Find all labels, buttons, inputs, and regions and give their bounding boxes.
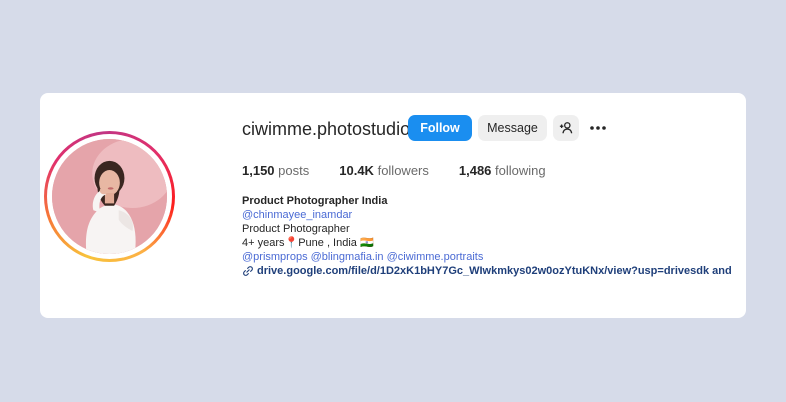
link-icon (243, 266, 253, 276)
followers-count: 10.4K (339, 163, 374, 178)
posts-stat: 1,150 posts (242, 163, 309, 178)
bio-link-text[interactable]: drive.google.com/file/d/1D2xK1bHY7Gc_WIw… (257, 264, 732, 278)
following-count: 1,486 (458, 163, 492, 178)
avatar[interactable] (52, 139, 167, 254)
bio-category: Product Photographer (242, 223, 350, 235)
posts-count: 1,150 (242, 163, 275, 178)
person-add-icon (559, 122, 573, 134)
more-horizontal-icon (590, 126, 606, 130)
profile-username: ciwimme.photostudio (242, 119, 411, 139)
bio-mentions-line[interactable]: @prismprops @blingmafia.in @ciwimme.port… (242, 250, 732, 264)
message-button[interactable]: Message (478, 115, 547, 141)
bio-name: Product Photographer India (242, 195, 388, 207)
profile-card: ciwimme.photostudio Follow Message 1,150… (40, 93, 746, 318)
more-options-button[interactable] (585, 115, 611, 141)
bio-experience: 4+ years📍Pune , India 🇮🇳 (242, 237, 374, 249)
follow-button[interactable]: Follow (408, 115, 472, 141)
bio-external-link[interactable]: drive.google.com/file/d/1D2xK1bHY7Gc_WIw… (242, 264, 732, 278)
bio-mention-link[interactable]: @chinmayee_inamdar (242, 208, 732, 222)
following-stat[interactable]: 1,486 following (459, 163, 546, 178)
profile-stats: 1,150 posts 10.4K followers 1,486 follow… (242, 163, 576, 178)
suggest-user-button[interactable] (553, 115, 579, 141)
followers-stat[interactable]: 10.4K followers (339, 163, 429, 178)
followers-label: followers (377, 163, 429, 178)
following-label: following (495, 163, 546, 178)
avatar-photo (52, 139, 167, 254)
profile-bio: Product Photographer India @chinmayee_in… (242, 194, 732, 278)
posts-label: posts (278, 163, 310, 178)
profile-avatar-ring[interactable] (44, 131, 175, 262)
